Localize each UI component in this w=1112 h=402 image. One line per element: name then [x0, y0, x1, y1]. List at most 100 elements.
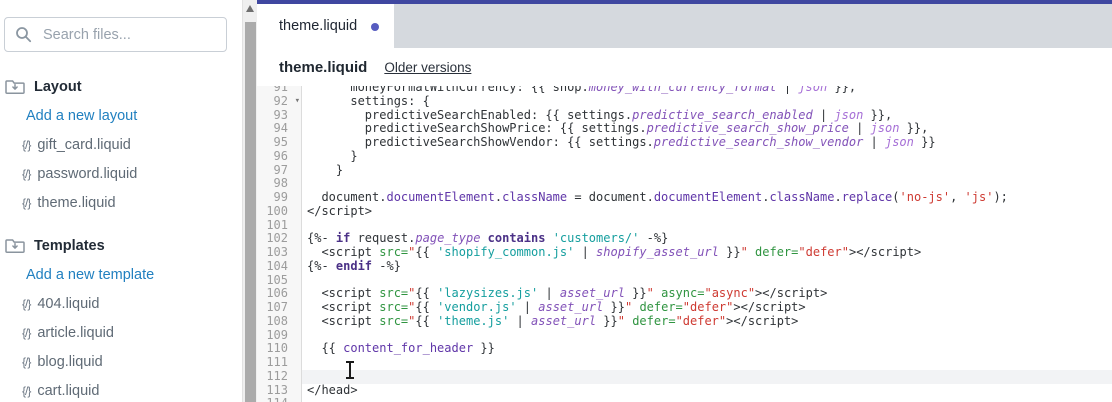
code-line-content[interactable]: [302, 356, 1112, 370]
code-line-105[interactable]: 105: [257, 274, 1112, 288]
line-number: 95: [257, 136, 302, 150]
sidebar-item-gift-card-liquid[interactable]: {/} gift_card.liquid: [0, 130, 242, 159]
scrollbar-up-arrow-icon[interactable]: [246, 5, 254, 12]
code-file-icon: {/}: [22, 138, 30, 152]
code-line-108[interactable]: 108 <script src="{{ 'theme.js' | asset_u…: [257, 315, 1112, 329]
code-line-95[interactable]: 95 predictiveSearchShowVendor: {{ settin…: [257, 136, 1112, 150]
code-line-content[interactable]: predictiveSearchShowVendor: {{ settings.…: [302, 136, 1112, 150]
line-number: 111: [257, 356, 302, 370]
file-name: cart.liquid: [37, 383, 99, 399]
code-line-96[interactable]: 96 }: [257, 150, 1112, 164]
add-link-templates[interactable]: Add a new template: [0, 260, 242, 289]
code-line-113[interactable]: 113</head>: [257, 384, 1112, 398]
code-line-103[interactable]: 103 <script src="{{ 'shopify_common.js' …: [257, 246, 1112, 260]
file-name: gift_card.liquid: [37, 137, 131, 153]
line-number: 94: [257, 122, 302, 136]
code-file-icon: {/}: [22, 196, 30, 210]
fold-arrow-icon[interactable]: ▾: [295, 95, 300, 109]
code-line-112[interactable]: 112: [257, 370, 1112, 384]
code-line-content[interactable]: document.documentElement.className = doc…: [302, 191, 1112, 205]
code-line-content[interactable]: [302, 274, 1112, 288]
code-line-content[interactable]: {%- endif -%}: [302, 260, 1112, 274]
line-number: 108: [257, 315, 302, 329]
code-line-content[interactable]: [302, 177, 1112, 191]
search-box[interactable]: [4, 17, 227, 52]
section-header-templates[interactable]: Templates: [0, 231, 242, 260]
code-line-93[interactable]: 93 predictiveSearchEnabled: {{ settings.…: [257, 109, 1112, 123]
line-number: 105: [257, 274, 302, 288]
code-line-104[interactable]: 104{%- endif -%}: [257, 260, 1112, 274]
sidebar-item-password-liquid[interactable]: {/}password.liquid: [0, 159, 242, 188]
sidebar-item-404-liquid[interactable]: {/}404.liquid: [0, 289, 242, 318]
file-name: 404.liquid: [37, 296, 99, 312]
line-number: 110: [257, 342, 302, 356]
line-number: 93: [257, 109, 302, 123]
code-line-content[interactable]: {{ content_for_header }}: [302, 342, 1112, 356]
code-line-106[interactable]: 106 <script src="{{ 'lazysizes.js' | ass…: [257, 287, 1112, 301]
code-line-content[interactable]: <script src="{{ 'vendor.js' | asset_url …: [302, 301, 1112, 315]
section-header-layout[interactable]: Layout: [0, 72, 242, 101]
sidebar-item-theme-liquid[interactable]: {/} theme.liquid: [0, 188, 242, 217]
sidebar-item-article-liquid[interactable]: {/}article.liquid: [0, 318, 242, 347]
file-name: theme.liquid: [37, 195, 115, 211]
code-line-content[interactable]: {%- if request.page_type contains 'custo…: [302, 232, 1112, 246]
code-line-content[interactable]: <script src="{{ 'shopify_common.js' | sh…: [302, 246, 1112, 260]
code-line-98[interactable]: 98: [257, 177, 1112, 191]
code-line-109[interactable]: 109: [257, 329, 1112, 343]
line-number: 101: [257, 219, 302, 233]
line-number: 103: [257, 246, 302, 260]
line-number: 92▾: [257, 95, 302, 109]
code-line-101[interactable]: 101: [257, 219, 1112, 233]
sidebar-item-blog-liquid[interactable]: {/}blog.liquid: [0, 347, 242, 376]
code-file-icon: {/}: [22, 355, 30, 369]
code-line-102[interactable]: 102{%- if request.page_type contains 'cu…: [257, 232, 1112, 246]
code-line-97[interactable]: 97 }: [257, 164, 1112, 178]
tab-theme-liquid[interactable]: theme.liquid: [257, 4, 394, 48]
code-lines: 91 moneyFormatWithCurrency: {{ shop.mone…: [257, 86, 1112, 402]
code-line-94[interactable]: 94 predictiveSearchShowPrice: {{ setting…: [257, 122, 1112, 136]
code-line-content[interactable]: predictiveSearchShowPrice: {{ settings.p…: [302, 122, 1112, 136]
code-line-content[interactable]: [302, 329, 1112, 343]
code-line-99[interactable]: 99 document.documentElement.className = …: [257, 191, 1112, 205]
code-line-content[interactable]: }: [302, 150, 1112, 164]
code-line-content[interactable]: settings: {: [302, 95, 1112, 109]
section-title: Templates: [34, 238, 105, 254]
line-number: 100: [257, 205, 302, 219]
line-number: 106: [257, 287, 302, 301]
code-line-107[interactable]: 107 <script src="{{ 'vendor.js' | asset_…: [257, 301, 1112, 315]
line-number: 104: [257, 260, 302, 274]
code-line-content[interactable]: [302, 370, 1112, 384]
search-input[interactable]: [41, 26, 216, 44]
code-editor-area[interactable]: 91 moneyFormatWithCurrency: {{ shop.mone…: [257, 86, 1112, 402]
code-line-content[interactable]: </script>: [302, 205, 1112, 219]
folder-collapse-icon: [5, 237, 25, 255]
code-line-111[interactable]: 111: [257, 356, 1112, 370]
code-line-114[interactable]: 114: [257, 397, 1112, 402]
sidebar-sections: Layout Add a new layout {/} gift_card.liqui…: [0, 72, 242, 402]
sidebar-scrollbar[interactable]: [242, 0, 257, 402]
code-line-100[interactable]: 100</script>: [257, 205, 1112, 219]
code-line-content[interactable]: [302, 397, 1112, 402]
section-gap: [0, 217, 242, 231]
search-icon: [15, 26, 32, 43]
add-link-layout[interactable]: Add a new layout: [0, 101, 242, 130]
code-line-content[interactable]: [302, 219, 1112, 233]
older-versions-link[interactable]: Older versions: [384, 60, 471, 75]
sidebar-item-cart-liquid[interactable]: {/} cart.liquid: [0, 376, 242, 402]
code-line-92[interactable]: 92▾ settings: {: [257, 95, 1112, 109]
section-title: Layout: [34, 79, 82, 95]
code-line-110[interactable]: 110 {{ content_for_header }}: [257, 342, 1112, 356]
code-line-content[interactable]: }: [302, 164, 1112, 178]
code-line-content[interactable]: predictiveSearchEnabled: {{ settings.pre…: [302, 109, 1112, 123]
line-number: 107: [257, 301, 302, 315]
tab-label: theme.liquid: [279, 18, 357, 34]
code-line-content[interactable]: <script src="{{ 'theme.js' | asset_url }…: [302, 315, 1112, 329]
line-number: 97: [257, 164, 302, 178]
scrollbar-thumb[interactable]: [245, 22, 256, 402]
file-name: article.liquid: [37, 325, 114, 341]
code-file-icon: {/}: [22, 384, 30, 398]
code-line-content[interactable]: <script src="{{ 'lazysizes.js' | asset_u…: [302, 287, 1112, 301]
line-number: 114: [257, 397, 302, 402]
file-name: password.liquid: [37, 166, 137, 182]
code-line-content[interactable]: </head>: [302, 384, 1112, 398]
